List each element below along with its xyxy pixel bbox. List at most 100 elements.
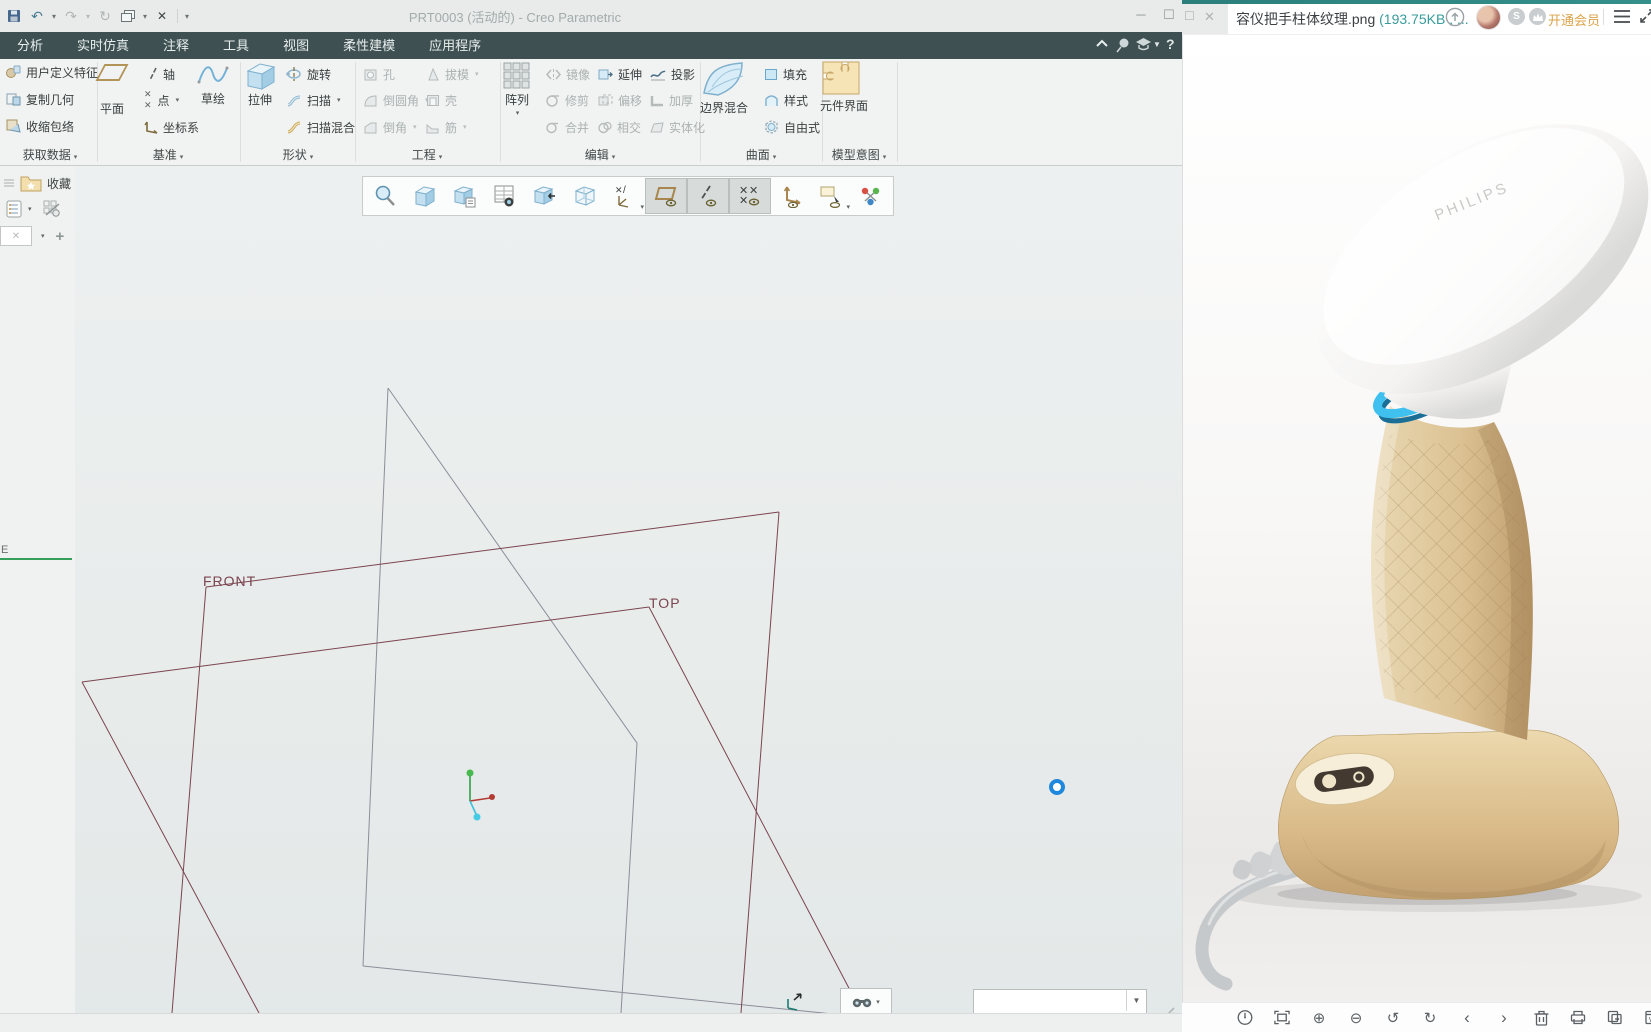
tab-live-sim[interactable]: 实时仿真 — [60, 32, 146, 59]
favorites-folder-icon[interactable] — [20, 174, 42, 192]
save-icon[interactable] — [6, 8, 22, 24]
view-normal-icon[interactable] — [525, 179, 565, 213]
tree-list-dropdown-icon[interactable]: ▾ — [28, 205, 32, 213]
saved-views-icon[interactable] — [445, 179, 485, 213]
customize-dropdown-icon[interactable]: ▾ — [185, 12, 189, 21]
point-display-toggle[interactable]: ✕ ✕ ✕ — [729, 178, 771, 214]
rotate-right-icon[interactable]: ↻ — [1422, 1010, 1438, 1027]
tabbar-dropdown-icon[interactable]: ▼ — [1153, 40, 1161, 49]
minimize-ribbon-icon[interactable] — [1096, 39, 1108, 47]
view-manager-icon[interactable] — [485, 179, 525, 213]
doc-extract-icon[interactable]: W — [1644, 1010, 1651, 1026]
csys-display-toggle[interactable] — [771, 179, 811, 213]
crown-badge-icon[interactable] — [1529, 8, 1546, 25]
fit-window-icon[interactable] — [1274, 1010, 1290, 1026]
btn-extend[interactable]: 延伸 — [598, 66, 642, 82]
tab-flex-modeling[interactable]: 柔性建模 — [326, 32, 412, 59]
display-style-icon[interactable] — [565, 179, 605, 213]
group-label-model-intent[interactable]: 模型意图 ▾ — [814, 146, 904, 163]
undo-icon[interactable]: ↶ — [29, 8, 45, 24]
btn-shrinkwrap[interactable]: 收缩包络 — [6, 118, 74, 134]
model-canvas[interactable]: FRONT TOP ✕ / ▾ ✕ ✕ ✕ ▾ — [75, 166, 1182, 1013]
product-photo[interactable]: PHILIPS — [1182, 34, 1651, 1002]
find-button[interactable]: ▾ — [840, 988, 892, 1015]
refit-icon[interactable] — [405, 179, 445, 213]
tree-filter-icon[interactable] — [43, 200, 61, 218]
minimize-button[interactable]: ─ — [1130, 5, 1152, 25]
menu-icon[interactable] — [1613, 9, 1631, 24]
windows-dropdown-icon[interactable]: ▾ — [143, 12, 147, 21]
windows-icon[interactable] — [120, 8, 136, 24]
btn-copy-geometry[interactable]: 复制几何 — [6, 91, 74, 107]
plane-display-toggle[interactable] — [645, 178, 687, 214]
coin-badge-icon[interactable]: S — [1508, 8, 1525, 25]
default-csys[interactable] — [466, 769, 496, 821]
btn-pattern[interactable]: 阵列 ▾ — [502, 61, 532, 117]
zoom-in-icon[interactable]: ⊕ — [1311, 1010, 1327, 1027]
group-label-get-data[interactable]: 获取数据 ▾ — [8, 146, 92, 163]
zoom-out-icon[interactable]: ⊖ — [1348, 1010, 1364, 1027]
close-window-icon[interactable]: ✕ — [154, 8, 170, 24]
zoom-icon[interactable] — [365, 179, 405, 213]
tree-search-input[interactable]: ✕ — [0, 226, 32, 246]
btn-boundary-blend[interactable]: 边界混合 — [698, 59, 750, 116]
btn-sweep[interactable]: 扫描 ▾ — [286, 92, 341, 108]
learning-icon[interactable] — [1136, 38, 1151, 51]
btn-revolve[interactable]: 旋转 — [286, 66, 331, 82]
btn-project[interactable]: 投影 — [650, 66, 695, 82]
next-icon[interactable]: › — [1496, 1008, 1512, 1027]
btn-sketch[interactable]: 草绘 — [196, 62, 230, 107]
axis-display-toggle[interactable] — [687, 178, 729, 214]
btn-fill[interactable]: 填充 — [764, 66, 807, 82]
undo-dropdown-icon[interactable]: ▾ — [52, 12, 56, 21]
front-plane-label[interactable]: FRONT — [203, 573, 256, 589]
group-label-datum[interactable]: 基准 ▾ — [123, 146, 213, 163]
tab-tools[interactable]: 工具 — [206, 32, 266, 59]
filter-dropdown-icon[interactable]: ▼ — [1126, 990, 1146, 1011]
tree-add-icon[interactable]: + — [56, 228, 65, 245]
group-label-engineering[interactable]: 工程 ▾ — [382, 146, 472, 163]
rotate-left-icon[interactable]: ↺ — [1385, 1010, 1401, 1027]
drag-handle-icon[interactable] — [784, 990, 806, 1012]
help-icon[interactable]: ? — [1166, 36, 1175, 52]
tab-applications[interactable]: 应用程序 — [412, 32, 498, 59]
btn-style[interactable]: 样式 — [764, 92, 808, 108]
btn-csys[interactable]: 坐标系 — [144, 119, 199, 135]
annotation-display-icon[interactable]: ▾ — [811, 179, 851, 213]
tab-annotate[interactable]: 注释 — [146, 32, 206, 59]
datum-plane-right[interactable] — [362, 387, 872, 1013]
datum-filter-icon[interactable]: ✕ / ▾ — [605, 179, 645, 213]
copy-pages-icon[interactable] — [1607, 1010, 1623, 1026]
actual-size-icon[interactable] — [1237, 1010, 1253, 1026]
btn-axis[interactable]: 轴 — [148, 66, 175, 82]
filter-combobox[interactable]: ▼ — [973, 989, 1147, 1014]
group-label-editing[interactable]: 编辑 ▾ — [555, 146, 645, 163]
btn-extrude[interactable]: 拉伸 — [243, 61, 277, 108]
member-upgrade-link[interactable]: 开通会员 — [1548, 10, 1600, 29]
group-label-surfaces[interactable]: 曲面 ▾ — [716, 146, 806, 163]
btn-freestyle[interactable]: 自由式 — [764, 119, 820, 135]
btn-udf[interactable]: 用户定义特征 — [6, 64, 98, 80]
find-dropdown-icon[interactable]: ▾ — [876, 998, 880, 1006]
tab-view[interactable]: 视图 — [266, 32, 326, 59]
maximize-button[interactable]: ☐ — [1158, 5, 1180, 25]
print-icon[interactable] — [1570, 1010, 1586, 1026]
tab-analysis[interactable]: 分析 — [0, 32, 60, 59]
btn-component-interface[interactable]: 元件界面 — [820, 59, 868, 114]
top-plane-label[interactable]: TOP — [649, 595, 681, 611]
favorites-label[interactable]: 收藏 — [47, 175, 71, 192]
previous-icon[interactable]: ‹ — [1459, 1008, 1475, 1027]
command-search-icon[interactable] — [1116, 37, 1132, 53]
group-label-shapes[interactable]: 形状 ▾ — [253, 146, 343, 163]
datum-plane-top[interactable] — [81, 606, 863, 1013]
btn-point[interactable]: ✕ ✕ 点 ▾ — [144, 89, 179, 110]
btn-swept-blend[interactable]: 扫描混合 — [286, 119, 355, 135]
tree-list-icon[interactable] — [6, 200, 22, 218]
expand-icon[interactable] — [1639, 8, 1651, 24]
tree-search-dropdown-icon[interactable]: ▾ — [41, 232, 45, 240]
cloud-upload-icon[interactable] — [1445, 7, 1465, 27]
avatar[interactable] — [1476, 5, 1501, 30]
datum-plane-front[interactable] — [171, 511, 780, 1013]
delete-icon[interactable] — [1533, 1010, 1549, 1026]
btn-plane[interactable]: 平面 — [95, 64, 129, 117]
